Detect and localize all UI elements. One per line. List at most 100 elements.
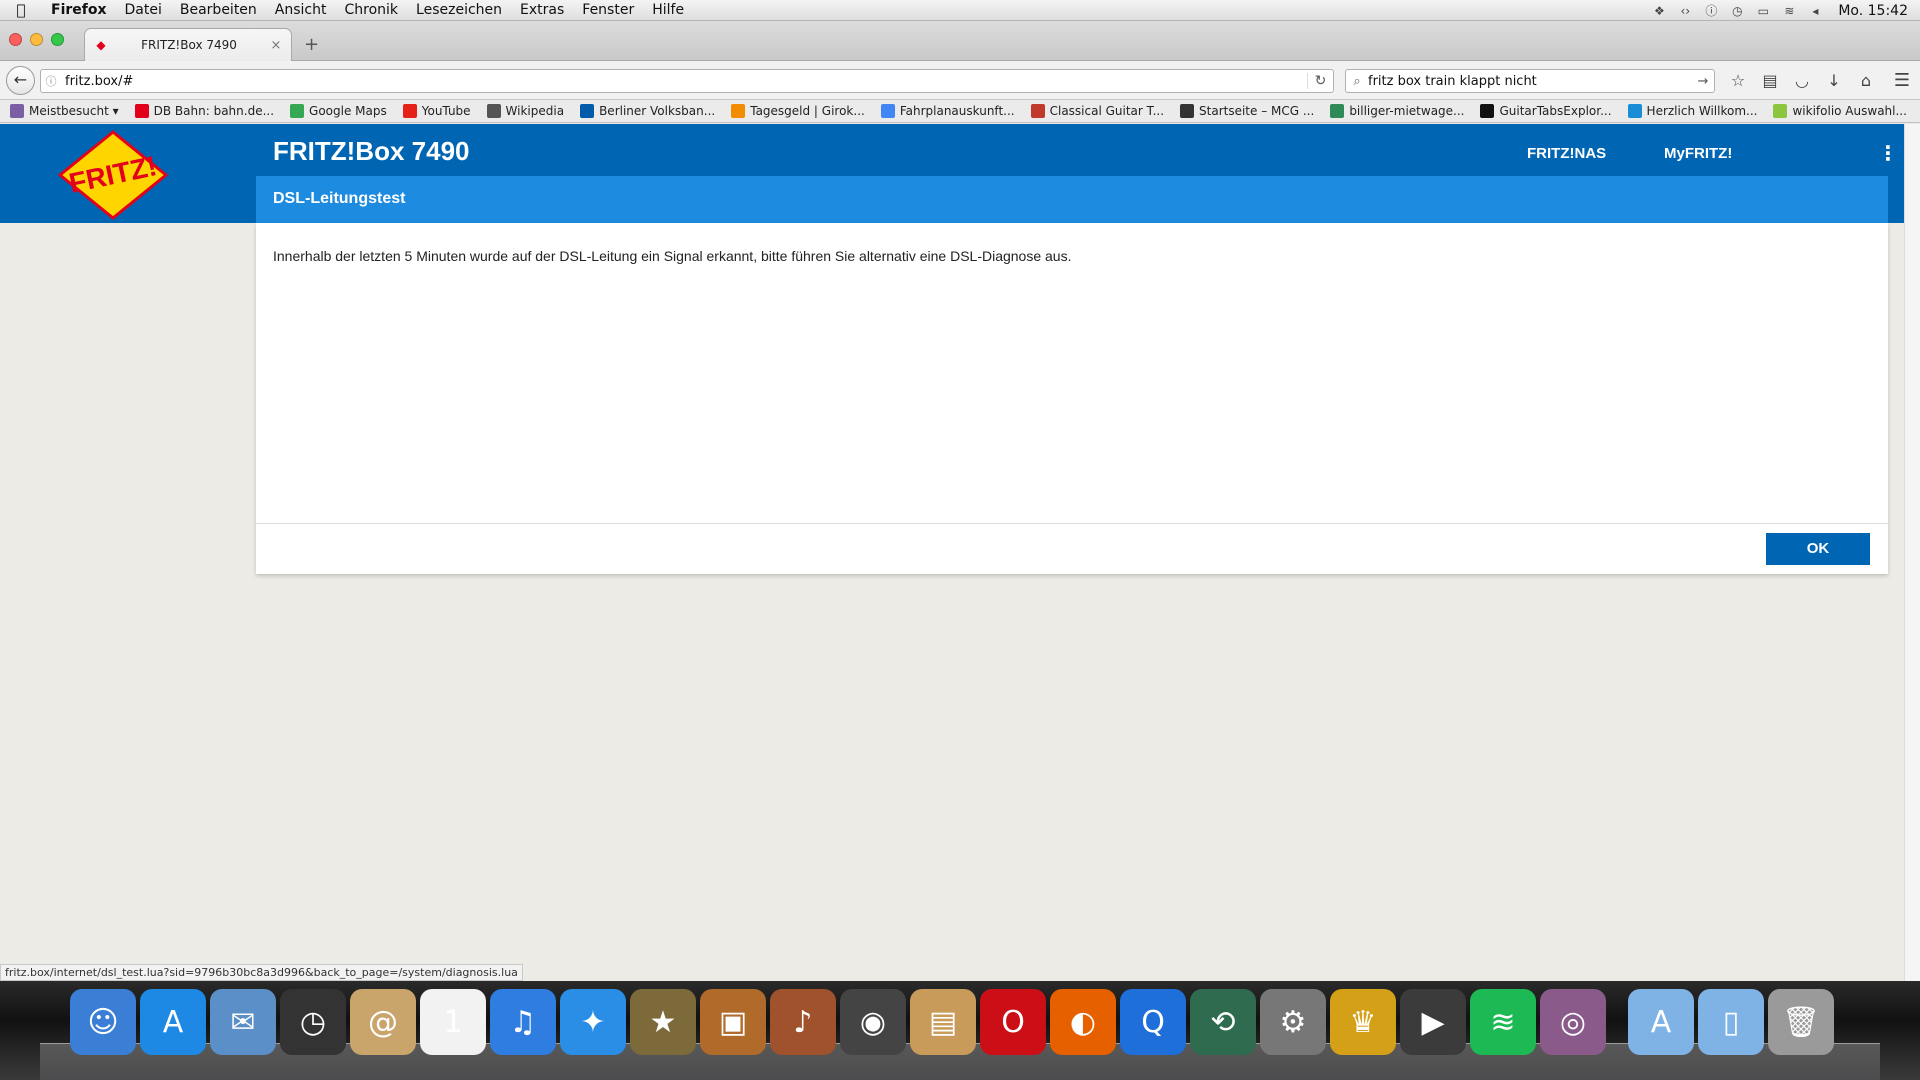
product-title: FRITZ!Box 7490 [273,136,470,166]
bookmark-label: Berliner Volksban... [599,104,716,118]
menu-hilfe[interactable]: Hilfe [643,2,693,18]
nav-bar: ← ⓘ fritz.box/# ↻ ⌕ fritz box train klap… [0,61,1920,100]
search-go-icon[interactable]: → [1692,74,1714,89]
zoom-window-button[interactable] [51,33,64,46]
trash-icon[interactable]: 🗑 [1768,989,1834,1055]
bookmark-favicon-icon [1030,104,1045,118]
dropbox-icon[interactable]: ❖ [1646,4,1672,18]
quicktime-icon[interactable]: Q [1120,989,1186,1055]
apple-icon[interactable]:  [0,1,42,19]
bookmarks-bar: Meistbesucht ▾ DB Bahn: bahn.de... Google … [0,100,1920,123]
itunes-icon[interactable]: ♫ [490,989,556,1055]
time-machine-status-icon[interactable]: ◷ [1724,4,1750,18]
battery-icon[interactable]: ▭ [1750,4,1776,18]
photo-booth-icon[interactable]: ◎ [1540,989,1606,1055]
dock-separator [1610,989,1624,1055]
menu-datei[interactable]: Datei [116,2,171,18]
more-menu-icon[interactable]: ⋮ [1878,142,1898,164]
url-bar[interactable]: ⓘ fritz.box/# ↻ [40,69,1334,93]
reload-icon[interactable]: ↻ [1307,73,1333,89]
menu-hamburger-icon[interactable]: ☰ [1894,69,1910,93]
alert-icon[interactable]: ⓘ [1698,2,1724,19]
bookmark-label: wikifolio Auswahl... [1792,104,1907,118]
game-icon[interactable]: ♛ [1330,989,1396,1055]
menu-ansicht[interactable]: Ansicht [266,2,336,18]
ok-button[interactable]: OK [1766,533,1870,565]
search-bar[interactable]: ⌕ fritz box train klappt nicht → [1345,69,1715,93]
iphoto-icon[interactable]: ▣ [700,989,766,1055]
fritz-nas-link[interactable]: FRITZ!NAS [1527,145,1606,162]
myfritz-link[interactable]: MyFRITZ! [1664,145,1732,162]
minimize-window-button[interactable] [30,33,43,46]
menu-bar:  Firefox Datei Bearbeiten Ansicht Chron… [0,0,1920,21]
menu-clock[interactable]: Mo. 15:42 [1828,3,1920,19]
imovie-icon[interactable]: ★ [630,989,696,1055]
bookmark-item[interactable]: Herzlich Willkom... [1627,104,1757,118]
dashboard-icon[interactable]: ◷ [280,989,346,1055]
bookmark-label: Startseite – MCG ... [1199,104,1315,118]
page-scrollbar[interactable] [1904,124,1920,981]
window-controls [9,33,64,46]
menu-fenster[interactable]: Fenster [573,2,643,18]
bookmark-favicon-icon [1330,104,1345,118]
home-icon[interactable]: ⌂ [1850,69,1882,93]
menu-chronik[interactable]: Chronik [336,2,408,18]
pocket-icon[interactable]: ◡ [1786,69,1818,93]
bookmark-item[interactable]: Google Maps [290,104,387,118]
preview-icon[interactable]: ▤ [910,989,976,1055]
garageband-icon[interactable]: ♪ [770,989,836,1055]
app-store-icon[interactable]: A [140,989,206,1055]
new-tab-button[interactable]: + [304,34,319,55]
dvd-player-icon[interactable]: ◉ [840,989,906,1055]
search-input[interactable]: fritz box train klappt nicht [1368,74,1692,89]
fritz-logo[interactable]: FRITZ! [58,130,168,220]
safari-icon[interactable]: ✦ [560,989,626,1055]
contacts-icon[interactable]: @ [350,989,416,1055]
menu-extras[interactable]: Extras [511,2,573,18]
bookmark-star-icon[interactable]: ☆ [1722,69,1754,93]
tab-fritzbox[interactable]: ◆ FRITZ!Box 7490 × [84,28,292,61]
bookmark-item[interactable]: DB Bahn: bahn.de... [134,104,274,118]
finder-icon[interactable]: ☺ [70,989,136,1055]
url-text[interactable]: fritz.box/# [61,74,1307,89]
back-button[interactable]: ← [6,66,35,95]
bookmark-favicon-icon [402,104,417,118]
calendar-icon[interactable]: 1 [420,989,486,1055]
facetime-icon[interactable]: ▶ [1400,989,1466,1055]
bookmark-item[interactable]: wikifolio Auswahl... [1773,104,1907,118]
documents-folder-icon[interactable]: ▯ [1698,989,1764,1055]
close-window-button[interactable] [9,33,22,46]
system-preferences-icon[interactable]: ⚙ [1260,989,1326,1055]
menu-lesezeichen[interactable]: Lesezeichen [407,2,511,18]
mail-icon[interactable]: ✉ [210,989,276,1055]
bookmark-item[interactable]: Fahrplanauskunft... [880,104,1015,118]
firefox-icon[interactable]: ◐ [1050,989,1116,1055]
dsl-test-dialog: Innerhalb der letzten 5 Minuten wurde au… [256,223,1888,574]
reading-list-icon[interactable]: ▤ [1754,69,1786,93]
menu-bearbeiten[interactable]: Bearbeiten [171,2,266,18]
bookmark-item[interactable]: Meistbesucht ▾ [10,104,119,118]
site-info-icon[interactable]: ⓘ [41,73,61,89]
bookmark-item[interactable]: billiger-mietwage... [1330,104,1464,118]
bookmark-label: YouTube [421,104,471,118]
tab-close-icon[interactable]: × [269,38,283,53]
bookmark-item[interactable]: Tagesgeld | Girok... [731,104,865,118]
menu-firefox[interactable]: Firefox [42,2,116,18]
bookmark-item[interactable]: Startseite – MCG ... [1180,104,1314,118]
bookmark-item[interactable]: YouTube [402,104,471,118]
applications-folder-icon[interactable]: A [1628,989,1694,1055]
tab-strip: ◆ FRITZ!Box 7490 × + [0,21,1920,61]
opera-icon[interactable]: O [980,989,1046,1055]
download-icon[interactable]: ↓ [1818,69,1850,93]
time-machine-icon[interactable]: ⟲ [1190,989,1256,1055]
bookmark-item[interactable]: Wikipedia [486,104,564,118]
volume-icon[interactable]: ◂ [1802,4,1828,18]
code-icon[interactable]: ‹› [1672,4,1698,18]
wifi-icon[interactable]: ≋ [1776,4,1802,18]
spotify-icon[interactable]: ≋ [1470,989,1536,1055]
bookmark-favicon-icon [1627,104,1642,118]
bookmark-item[interactable]: Berliner Volksban... [580,104,715,118]
bookmark-item[interactable]: Classical Guitar T... [1030,104,1164,118]
bookmark-label: Fahrplanauskunft... [899,104,1015,118]
bookmark-item[interactable]: GuitarTabsExplor... [1480,104,1612,118]
